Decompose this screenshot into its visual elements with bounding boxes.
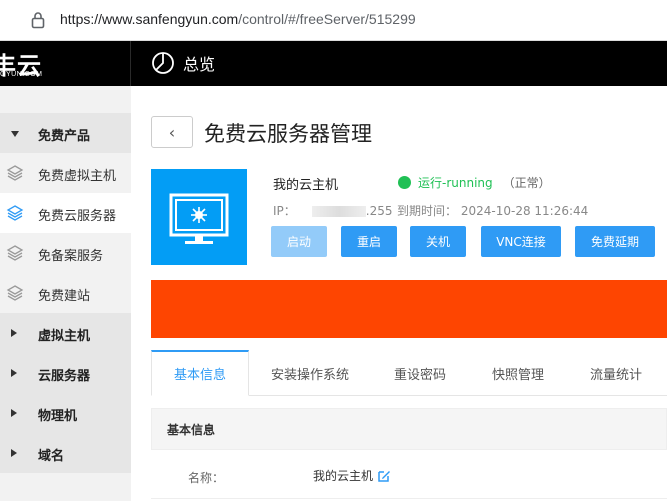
name-label: 名称： bbox=[188, 471, 225, 485]
vnc-connect-button[interactable]: VNC连接 bbox=[481, 226, 561, 257]
promo-banner[interactable] bbox=[151, 280, 667, 338]
status-dot-icon bbox=[398, 176, 411, 189]
sidebar-group-domain[interactable]: 域名 bbox=[0, 433, 131, 473]
status-text: 运行-running bbox=[418, 176, 493, 190]
logo-subtext: GYUN.COM bbox=[0, 71, 43, 78]
server-status: 运行-running （正常） bbox=[398, 174, 551, 191]
shutdown-button[interactable]: 关机 bbox=[410, 226, 466, 257]
browser-address-bar[interactable]: https://www.sanfengyun.com/control/#/fre… bbox=[0, 0, 667, 41]
free-renew-button[interactable]: 免费延期 bbox=[575, 226, 655, 257]
tab-reset-password[interactable]: 重设密码 bbox=[375, 350, 465, 396]
sidebar-item-free-virtual-host[interactable]: 免费虚拟主机 bbox=[0, 153, 131, 193]
server-thumbnail bbox=[151, 169, 247, 265]
pie-chart-icon bbox=[152, 52, 174, 74]
url-text[interactable]: https://www.sanfengyun.com/control/#/fre… bbox=[60, 11, 416, 27]
sidebar-item-label: 虚拟主机 bbox=[38, 329, 91, 344]
sidebar-group-virtual-host[interactable]: 虚拟主机 bbox=[0, 313, 131, 353]
ip-address: IP： .255 bbox=[273, 202, 393, 219]
caret-down-icon bbox=[11, 131, 19, 137]
tab-traffic-stats[interactable]: 流量统计 bbox=[571, 350, 661, 396]
caret-right-icon bbox=[11, 329, 17, 337]
sidebar-item-free-cloud-server[interactable]: 免费云服务器 bbox=[0, 193, 131, 233]
section-header-basic-info: 基本信息 bbox=[151, 408, 667, 450]
status-note: （正常） bbox=[502, 176, 551, 190]
expire-time: 到期时间： 2024-10-28 11:26:44 bbox=[397, 202, 588, 219]
ip-mask bbox=[311, 206, 366, 217]
sidebar-group-cloud-server[interactable]: 云服务器 bbox=[0, 353, 131, 393]
sidebar-item-label: 云服务器 bbox=[38, 369, 91, 384]
layers-icon bbox=[6, 285, 24, 301]
tab-bar: 基本信息 安装操作系统 重设密码 快照管理 流量统计 bbox=[151, 350, 667, 396]
layers-icon bbox=[6, 165, 24, 181]
url-path: /control/#/freeServer/515299 bbox=[238, 11, 416, 27]
tab-basic-info[interactable]: 基本信息 bbox=[151, 350, 249, 396]
sidebar-item-label: 物理机 bbox=[38, 409, 78, 424]
sidebar-item-free-site-builder[interactable]: 免费建站 bbox=[0, 273, 131, 313]
expire-value: 2024-10-28 11:26:44 bbox=[460, 204, 589, 218]
sidebar-item-label: 免费建站 bbox=[38, 289, 91, 304]
sidebar-group-free-products[interactable]: 免费产品 bbox=[0, 113, 131, 153]
sidebar-item-label: 免费云服务器 bbox=[38, 209, 117, 224]
edit-icon[interactable] bbox=[377, 469, 391, 483]
back-button[interactable]: ‹ bbox=[151, 116, 193, 148]
sidebar-item-no-filing-service[interactable]: 免备案服务 bbox=[0, 233, 131, 273]
overview-nav-item[interactable]: 总览 bbox=[151, 51, 215, 75]
main-content: ‹ 免费云服务器管理 我的云主机 运行-running （正常） IP： .255… bbox=[131, 86, 667, 501]
url-host: https://www.sanfengyun.com bbox=[60, 11, 239, 27]
tab-install-os[interactable]: 安装操作系统 bbox=[257, 350, 363, 396]
restart-button[interactable]: 重启 bbox=[341, 226, 397, 257]
row-divider bbox=[151, 498, 667, 499]
name-value-text: 我的云主机 bbox=[313, 469, 374, 483]
ip-label: IP： bbox=[273, 204, 296, 218]
caret-right-icon bbox=[11, 449, 17, 457]
sidebar-group-physical-machine[interactable]: 物理机 bbox=[0, 393, 131, 433]
tab-snapshot[interactable]: 快照管理 bbox=[473, 350, 563, 396]
server-name: 我的云主机 bbox=[273, 178, 339, 193]
layers-icon bbox=[6, 205, 24, 221]
start-button[interactable]: 启动 bbox=[271, 226, 327, 257]
sidebar-item-label: 免费虚拟主机 bbox=[38, 169, 117, 184]
ip-suffix: .255 bbox=[365, 204, 393, 218]
chevron-left-icon: ‹ bbox=[168, 122, 176, 142]
lock-icon bbox=[31, 12, 45, 29]
expire-label: 到期时间： bbox=[397, 204, 458, 218]
monitor-icon bbox=[169, 193, 229, 244]
sidebar-item-label: 免备案服务 bbox=[38, 249, 104, 264]
logo[interactable]: 丰云 GYUN.COM bbox=[0, 41, 131, 86]
name-value: 我的云主机 bbox=[313, 467, 391, 484]
sidebar: 免费产品 免费虚拟主机 免费云服务器 免备案服务 免费建站 虚拟主机 云服务器 … bbox=[0, 86, 131, 501]
layers-icon bbox=[6, 245, 24, 261]
top-navigation: 丰云 GYUN.COM 总览 bbox=[0, 41, 667, 86]
caret-right-icon bbox=[11, 409, 17, 417]
page-title: 免费云服务器管理 bbox=[204, 122, 372, 146]
caret-right-icon bbox=[11, 369, 17, 377]
sidebar-item-label: 免费产品 bbox=[38, 129, 91, 144]
overview-label: 总览 bbox=[183, 55, 216, 74]
sidebar-item-label: 域名 bbox=[38, 449, 65, 464]
